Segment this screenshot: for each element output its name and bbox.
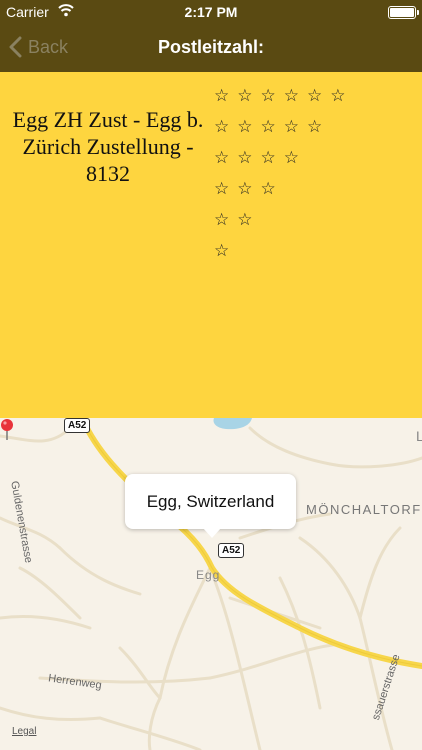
edge-map-label: L	[416, 428, 422, 444]
page-title: Postleitzahl:	[157, 37, 264, 57]
star-row: ☆☆☆☆	[214, 148, 307, 168]
map-callout[interactable]: Egg, Switzerland	[125, 474, 296, 538]
egg-label: Egg	[196, 568, 221, 582]
status-bar: Carrier 2:17 PM	[0, 0, 422, 24]
star-row: ☆☆☆☆☆	[214, 117, 331, 137]
star-pyramid: ☆☆☆☆☆☆ ☆☆☆☆☆ ☆☆☆☆ ☆☆☆ ☆☆ ☆	[214, 84, 353, 270]
map-roads	[0, 418, 422, 750]
top-bar: Carrier 2:17 PM Back Postleitzahl:	[0, 0, 422, 72]
town-label: MÖNCHALTORF	[306, 502, 422, 517]
a52-shield-egg: A52	[218, 543, 245, 558]
status-time: 2:17 PM	[184, 4, 238, 20]
a52-shield-top: A52	[64, 418, 91, 433]
map-view[interactable]: A52 Guldenenstrasse Herrenweg ssauerstra…	[0, 418, 422, 750]
star-row: ☆	[214, 241, 238, 261]
star-row: ☆☆	[214, 210, 261, 230]
detail-panel: Egg ZH Zust - Egg b. Zürich Zustellung -…	[0, 72, 422, 418]
map-pin-icon[interactable]	[0, 418, 14, 440]
battery-icon	[388, 6, 419, 19]
star-row: ☆☆☆☆☆☆	[214, 86, 354, 106]
star-row: ☆☆☆	[214, 179, 284, 199]
legal-link[interactable]: Legal	[12, 726, 36, 737]
place-name: Egg ZH Zust - Egg b. Zürich Zustellung -…	[12, 107, 204, 186]
navigation-bar: Back Postleitzahl:	[0, 24, 422, 72]
